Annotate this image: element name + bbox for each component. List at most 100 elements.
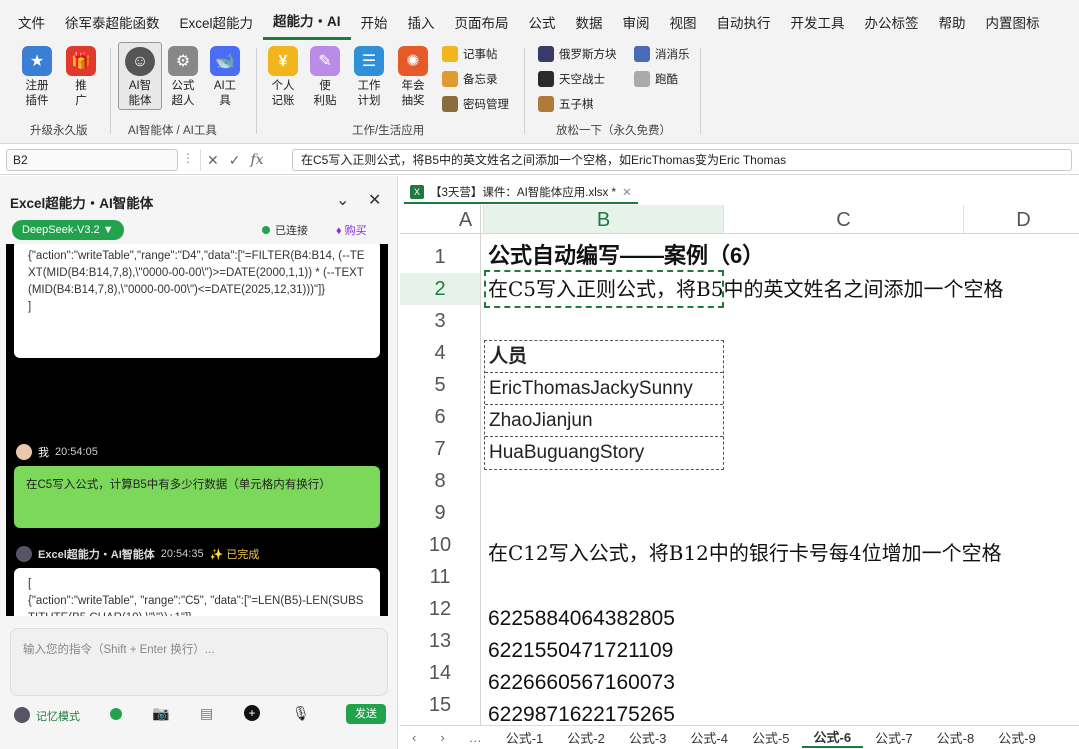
- personal-ledger-button[interactable]: ¥ 个人 记账: [268, 46, 298, 109]
- sheet-tab[interactable]: 公式-2: [555, 728, 617, 747]
- sheet-tab[interactable]: 公式-3: [617, 728, 679, 747]
- cell-b12[interactable]: 6225884064382805: [488, 603, 675, 635]
- table-row[interactable]: ZhaoJianjun: [485, 405, 723, 437]
- row-header[interactable]: 3: [400, 305, 480, 337]
- workbook-tab[interactable]: X 【3天营】课件：AI智能体应用.xlsx * ✕: [404, 182, 638, 204]
- chart-icon[interactable]: ▤: [200, 705, 213, 722]
- send-button[interactable]: 发送: [346, 704, 386, 724]
- column-header-a[interactable]: A: [448, 205, 484, 233]
- tetris-button[interactable]: 俄罗斯方块: [538, 46, 617, 62]
- sheet-tab[interactable]: 公式-4: [678, 728, 740, 747]
- row-header[interactable]: 8: [400, 465, 480, 497]
- menu-item[interactable]: 页面布局: [445, 0, 519, 40]
- cell-b10[interactable]: 在C12写入公式，将B12中的银行卡号每4位增加一个空格: [488, 537, 1002, 569]
- menu-item[interactable]: 插入: [398, 0, 445, 40]
- sheet-tab[interactable]: 公式-1: [494, 728, 556, 747]
- promote-button[interactable]: 🎁 推 广: [66, 46, 96, 109]
- row-header[interactable]: 15: [400, 689, 480, 721]
- sheet-tab[interactable]: 公式-6: [801, 727, 864, 748]
- fx-icon[interactable]: fx: [250, 152, 263, 168]
- menu-item[interactable]: 办公标签: [855, 0, 929, 40]
- row-header[interactable]: 6: [400, 401, 480, 433]
- name-box[interactable]: B2: [6, 149, 178, 171]
- whale-icon: 🐋: [210, 46, 240, 76]
- prev-sheet-icon[interactable]: ‹: [400, 730, 428, 745]
- command-input[interactable]: 输入您的指令（Shift + Enter 换行）...: [10, 628, 388, 696]
- row-header[interactable]: 7: [400, 433, 480, 465]
- sticky-note-icon: ✎: [310, 46, 340, 76]
- table-row[interactable]: EricThomasJackySunny: [485, 373, 723, 405]
- sticky-note-button[interactable]: ✎ 便 利贴: [310, 46, 340, 109]
- add-icon[interactable]: +: [244, 705, 260, 721]
- menu-item[interactable]: 视图: [660, 0, 707, 40]
- more-sheets-icon[interactable]: …: [457, 730, 494, 745]
- sheet-tab[interactable]: 公式-9: [986, 728, 1048, 747]
- row-header[interactable]: 14: [400, 657, 480, 689]
- column-header-b[interactable]: B: [484, 205, 724, 233]
- microphone-icon[interactable]: 🎙: [292, 705, 310, 722]
- sheet-title-cell[interactable]: 公式自动编写——案例（6）: [488, 240, 764, 272]
- menu-item[interactable]: 开发工具: [781, 0, 855, 40]
- row-header[interactable]: 11: [400, 561, 480, 593]
- match-game-button[interactable]: 消消乐: [634, 46, 690, 62]
- row-header[interactable]: 10: [400, 529, 480, 561]
- formula-input[interactable]: 在C5写入正则公式，将B5中的英文姓名之间添加一个空格，如EricThomas变…: [292, 149, 1072, 171]
- sky-fighter-button[interactable]: 天空战士: [538, 71, 605, 87]
- row-header[interactable]: 1: [400, 241, 480, 273]
- row-header[interactable]: 2: [400, 273, 480, 305]
- formula-master-button[interactable]: ⚙ 公式 超人: [168, 46, 198, 109]
- sheet-tab[interactable]: 公式-7: [863, 728, 925, 747]
- register-button[interactable]: ★ 注册 插件: [22, 46, 52, 109]
- camera-icon[interactable]: 📷: [152, 705, 169, 722]
- menu-item[interactable]: 文件: [8, 0, 55, 40]
- menu-item[interactable]: 数据: [566, 0, 613, 40]
- cell-b15[interactable]: 6229871622175265: [488, 699, 675, 725]
- menu-item[interactable]: 帮助: [929, 0, 976, 40]
- buy-link[interactable]: ♦ 购买: [336, 222, 367, 238]
- ai-tools-button[interactable]: 🐋 AI工 具: [210, 46, 240, 109]
- menu-item[interactable]: 开始: [351, 0, 398, 40]
- table-header-cell[interactable]: 人员: [485, 341, 723, 373]
- worksheet-grid[interactable]: A B C D 1 2 3 4 5 6 7 8 9 10 11 12 13 14 15 公式自动编写——案例…: [400, 205, 1079, 725]
- row-header[interactable]: 12: [400, 593, 480, 625]
- row-header[interactable]: 9: [400, 497, 480, 529]
- menu-item[interactable]: 徐军泰超能函数: [55, 0, 170, 40]
- menu-item[interactable]: 公式: [519, 0, 566, 40]
- confirm-icon[interactable]: ✓: [229, 152, 241, 169]
- row-header[interactable]: 13: [400, 625, 480, 657]
- gomoku-button[interactable]: 五子棋: [538, 96, 594, 112]
- cell-b14[interactable]: 6226660567160073: [488, 667, 675, 699]
- menu-item[interactable]: 审阅: [613, 0, 660, 40]
- memory-toggle[interactable]: [110, 708, 122, 720]
- model-selector[interactable]: DeepSeek-V3.2 ▼: [12, 220, 124, 240]
- column-header-d[interactable]: D: [964, 205, 1079, 233]
- menu-item[interactable]: 超能力・AI: [263, 0, 351, 40]
- menu-item[interactable]: 内置图标: [976, 0, 1050, 40]
- sheet-tab[interactable]: 公式-8: [925, 728, 987, 747]
- lottery-button[interactable]: ✺ 年会 抽奖: [398, 46, 428, 109]
- next-sheet-icon[interactable]: ›: [428, 730, 456, 745]
- notebook-button[interactable]: 记事帖: [442, 46, 498, 62]
- notebook-icon: [442, 46, 458, 62]
- cancel-icon[interactable]: ✕: [207, 152, 219, 169]
- cell-b13[interactable]: 6221550471721109: [488, 635, 673, 667]
- sheet-tab[interactable]: 公式-5: [740, 728, 802, 747]
- menu-item[interactable]: 自动执行: [707, 0, 781, 40]
- row-header[interactable]: 4: [400, 337, 480, 369]
- work-plan-button[interactable]: ☰ 工作 计划: [354, 46, 384, 109]
- menu-item[interactable]: Excel超能力: [170, 0, 264, 40]
- chevron-down-icon[interactable]: ⌄: [336, 190, 349, 210]
- ai-agent-button[interactable]: ☺ AI智 能体: [118, 42, 162, 110]
- parkour-button[interactable]: 跑酷: [634, 71, 678, 87]
- tetris-icon: [538, 46, 554, 62]
- cell-b2[interactable]: 在C5写入正则公式，将B5中的英文姓名之间添加一个空格: [488, 273, 1003, 305]
- table-row[interactable]: HuaBuguangStory: [485, 437, 723, 469]
- memo-button[interactable]: 备忘录: [442, 71, 498, 87]
- chat-history[interactable]: {"action":"writeTable","range":"D4","dat…: [6, 244, 388, 616]
- row-header[interactable]: 5: [400, 369, 480, 401]
- password-button[interactable]: 密码管理: [442, 96, 509, 112]
- divider: [110, 48, 111, 134]
- close-icon[interactable]: ✕: [622, 185, 632, 199]
- column-header-c[interactable]: C: [724, 205, 964, 233]
- close-icon[interactable]: ✕: [368, 190, 381, 210]
